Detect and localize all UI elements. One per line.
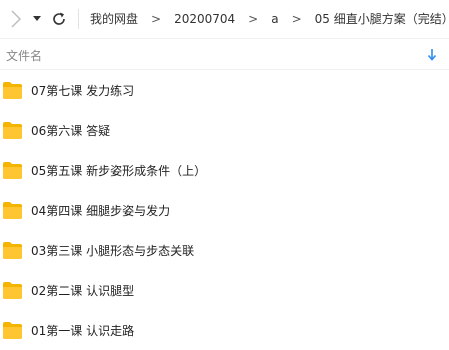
toolbar: 我的网盘 > 20200704 > a > 05 细直小腿方案（完结） bbox=[0, 0, 449, 38]
list-item[interactable]: 07第七课 发力练习 bbox=[0, 70, 449, 110]
folder-icon bbox=[3, 201, 22, 219]
breadcrumb-separator: > bbox=[291, 11, 302, 26]
folder-icon bbox=[3, 161, 22, 179]
file-list: 07第七课 发力练习 06第六课 答疑 05第五课 新步姿形成条件（上） 04第… bbox=[0, 70, 449, 350]
breadcrumb-separator: > bbox=[248, 11, 259, 26]
breadcrumb-item-root[interactable]: 我的网盘 bbox=[90, 10, 138, 27]
caret-down-icon bbox=[33, 16, 41, 21]
refresh-button[interactable] bbox=[50, 9, 68, 29]
forward-button[interactable] bbox=[9, 9, 23, 29]
history-dropdown-button[interactable] bbox=[31, 9, 43, 29]
breadcrumb-item-a[interactable]: a bbox=[271, 12, 278, 26]
file-name: 01第一课 认识走路 bbox=[31, 323, 135, 338]
list-item[interactable]: 01第一课 认识走路 bbox=[0, 310, 449, 350]
sort-down-arrow-icon[interactable] bbox=[426, 48, 438, 62]
list-item[interactable]: 03第三课 小腿形态与步态关联 bbox=[0, 230, 449, 270]
toolbar-divider bbox=[78, 9, 79, 29]
folder-icon bbox=[3, 281, 22, 299]
refresh-icon bbox=[53, 12, 65, 25]
list-item[interactable]: 02第二课 认识腿型 bbox=[0, 270, 449, 310]
column-header-name[interactable]: 文件名 bbox=[6, 47, 42, 64]
breadcrumb-item-current[interactable]: 05 细直小腿方案（完结） bbox=[315, 10, 449, 27]
file-name: 07第七课 发力练习 bbox=[31, 83, 135, 98]
file-name: 03第三课 小腿形态与步态关联 bbox=[31, 243, 195, 258]
breadcrumb-item-date[interactable]: 20200704 bbox=[174, 12, 235, 26]
folder-icon bbox=[3, 81, 22, 99]
file-name: 05第五课 新步姿形成条件（上） bbox=[31, 163, 207, 178]
file-name: 04第四课 细腿步姿与发力 bbox=[31, 203, 171, 218]
breadcrumb: 我的网盘 > 20200704 > a > 05 细直小腿方案（完结） bbox=[90, 10, 449, 27]
folder-icon bbox=[3, 241, 22, 259]
list-item[interactable]: 05第五课 新步姿形成条件（上） bbox=[0, 150, 449, 190]
file-list-header: 文件名 bbox=[0, 38, 449, 70]
chevron-right-icon bbox=[11, 10, 21, 28]
file-name: 06第六课 答疑 bbox=[31, 123, 111, 138]
folder-icon bbox=[3, 321, 22, 339]
list-item[interactable]: 04第四课 细腿步姿与发力 bbox=[0, 190, 449, 230]
folder-icon bbox=[3, 121, 22, 139]
breadcrumb-separator: > bbox=[151, 11, 162, 26]
file-name: 02第二课 认识腿型 bbox=[31, 283, 135, 298]
list-item[interactable]: 06第六课 答疑 bbox=[0, 110, 449, 150]
